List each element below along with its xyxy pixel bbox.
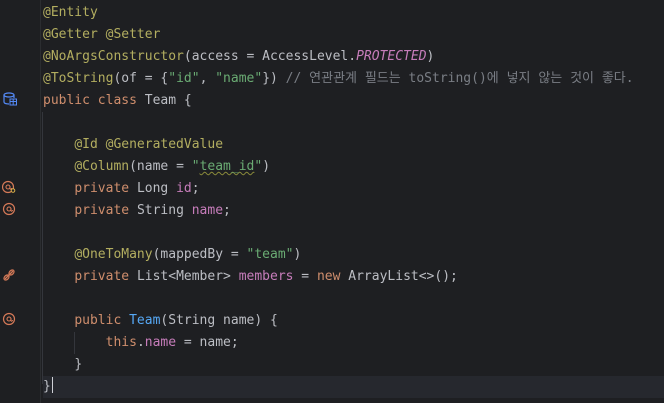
keyword: new bbox=[316, 269, 349, 284]
code-line[interactable]: @Column(name = "team_id") bbox=[43, 156, 664, 178]
string-literal: "team" bbox=[246, 247, 294, 262]
code-text: = name; bbox=[176, 335, 239, 350]
code-line[interactable]: this.name = name; bbox=[43, 332, 664, 354]
code-text: ) bbox=[262, 159, 271, 174]
annotation: @OneToMany bbox=[74, 247, 153, 262]
code-line[interactable]: @Getter @Setter bbox=[43, 24, 664, 46]
comment: // 연관관계 필드는 toString()에 넣지 않는 것이 좋다. bbox=[285, 71, 634, 86]
keyword: private bbox=[74, 181, 137, 196]
code-line[interactable] bbox=[43, 222, 664, 244]
code-line[interactable]: public Team(String name) { bbox=[43, 310, 664, 332]
annotation: @Getter @Setter bbox=[43, 27, 161, 42]
at-icon[interactable] bbox=[2, 202, 16, 216]
code-line[interactable]: } bbox=[43, 354, 664, 376]
field-name: name bbox=[191, 203, 224, 218]
annotation: @ToString bbox=[43, 71, 114, 86]
string-literal: " bbox=[254, 159, 263, 174]
type-name: List<Member> bbox=[136, 269, 239, 284]
annotation: @Entity bbox=[43, 5, 98, 20]
string-literal: " bbox=[191, 159, 200, 174]
code-text: (of = { bbox=[113, 71, 169, 86]
at-key-icon[interactable] bbox=[2, 180, 16, 194]
type-name: Long bbox=[136, 181, 177, 196]
code-text: , bbox=[199, 71, 216, 86]
field-name: id bbox=[176, 181, 192, 196]
code-line[interactable]: @ToString(of = {"id", "name"}) // 연관관계 필… bbox=[43, 68, 664, 90]
code-line[interactable]: private Long id; bbox=[43, 178, 664, 200]
relation-link-icon[interactable] bbox=[2, 268, 16, 282]
keyword: private bbox=[74, 203, 137, 218]
code-line[interactable]: @Entity bbox=[43, 2, 664, 24]
field-name: name bbox=[144, 335, 177, 350]
code-text: (String name) { bbox=[160, 313, 278, 328]
code-text: } bbox=[74, 357, 83, 372]
code-text: (access = AccessLevel. bbox=[183, 49, 357, 64]
code-text: ) bbox=[426, 49, 435, 64]
code-line[interactable]: @Id @GeneratedValue bbox=[43, 134, 664, 156]
database-table-icon[interactable] bbox=[3, 92, 17, 106]
code-text: } bbox=[43, 379, 51, 394]
code-text: (mappedBy = bbox=[152, 247, 247, 262]
field-name: members bbox=[238, 269, 294, 284]
constant: PROTECTED bbox=[356, 49, 427, 64]
code-line[interactable]: private List<Member> members = new Array… bbox=[43, 266, 664, 288]
type-name: String bbox=[136, 203, 192, 218]
keyword: private bbox=[74, 269, 137, 284]
code-line[interactable]: public class Team { bbox=[43, 90, 664, 112]
annotation: @Column bbox=[74, 159, 130, 174]
keyword: public bbox=[74, 313, 130, 328]
code-text: ) bbox=[293, 247, 302, 262]
code-text: Team { bbox=[144, 93, 192, 108]
string-literal: team_id bbox=[199, 159, 255, 174]
at-icon[interactable] bbox=[2, 312, 16, 326]
code-area[interactable]: @Entity @Getter @Setter @NoArgsConstruct… bbox=[43, 2, 664, 398]
string-literal: "id" bbox=[168, 71, 200, 86]
annotation: @NoArgsConstructor bbox=[43, 49, 184, 64]
code-text: = bbox=[293, 269, 317, 284]
code-text: . bbox=[136, 335, 145, 350]
annotation: @Id @GeneratedValue bbox=[74, 137, 224, 152]
code-line[interactable]: @OneToMany(mappedBy = "team") bbox=[43, 244, 664, 266]
code-text: }) bbox=[262, 71, 286, 86]
keyword: public class bbox=[43, 93, 145, 108]
code-text: ArrayList<>(); bbox=[348, 269, 458, 284]
code-line-current[interactable]: } bbox=[43, 376, 664, 398]
code-text: ; bbox=[191, 181, 200, 196]
code-text: ; bbox=[223, 203, 231, 218]
code-line[interactable] bbox=[43, 288, 664, 310]
code-line[interactable] bbox=[43, 112, 664, 134]
code-line[interactable]: private String name; bbox=[43, 200, 664, 222]
text-caret bbox=[51, 377, 54, 393]
code-editor[interactable]: @Entity @Getter @Setter @NoArgsConstruct… bbox=[0, 0, 664, 403]
code-text: (name = bbox=[129, 159, 192, 174]
method-name: Team bbox=[129, 313, 161, 328]
string-literal: "name" bbox=[215, 71, 263, 86]
keyword: this bbox=[105, 335, 137, 350]
code-line[interactable]: @NoArgsConstructor(access = AccessLevel.… bbox=[43, 46, 664, 68]
